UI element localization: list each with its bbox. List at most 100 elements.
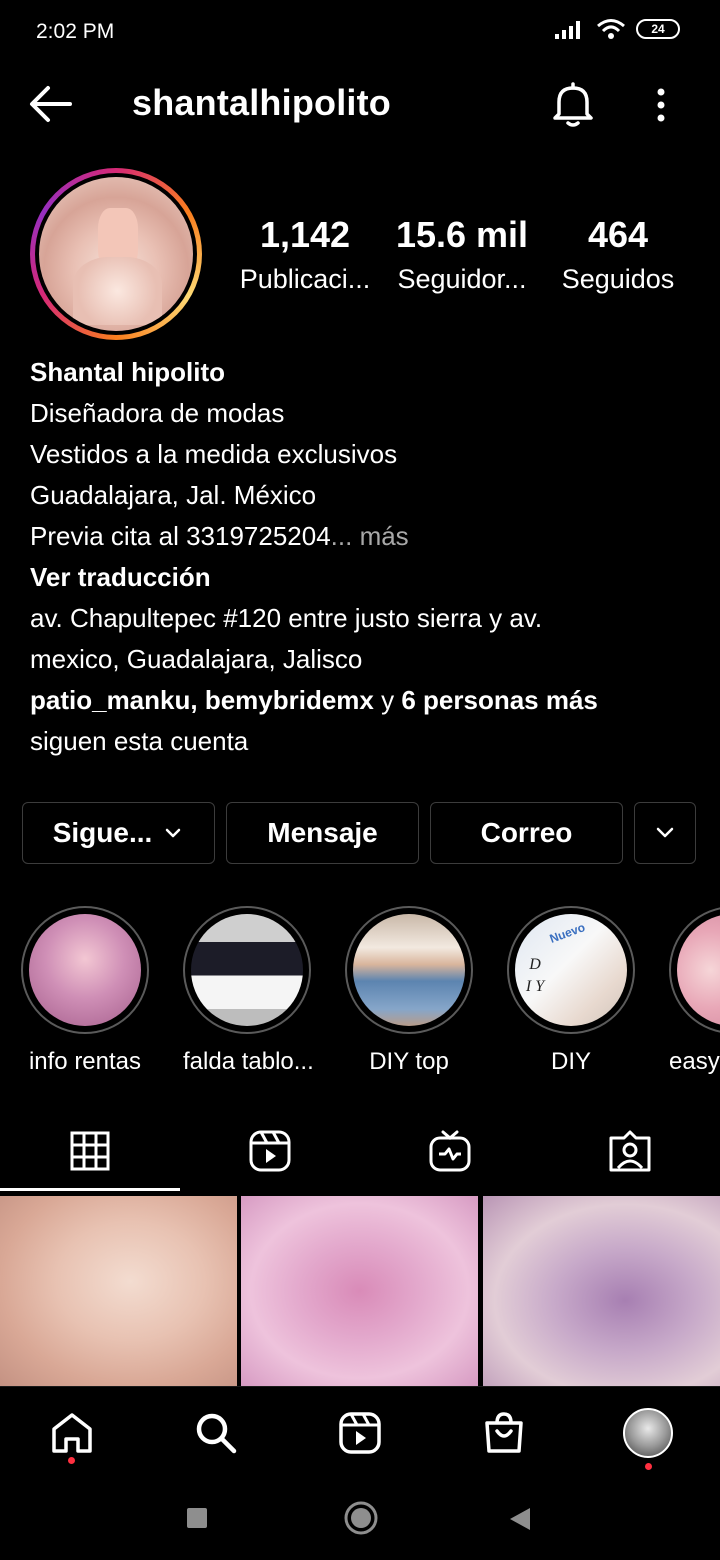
email-button-label: Correo xyxy=(480,817,573,848)
highlight-label: DIY top xyxy=(369,1048,449,1075)
reels-icon xyxy=(339,1412,381,1454)
bio-line-truncated: Previa cita al 3319725204... más xyxy=(30,516,700,557)
avatar-frame xyxy=(35,173,197,335)
profile-avatar xyxy=(623,1408,673,1458)
following-count: 464 xyxy=(587,214,649,255)
stat-followers[interactable]: 15.6 mil Seguidor... xyxy=(384,214,540,295)
nav-shop[interactable] xyxy=(474,1403,534,1463)
profile-header: shantalhipolito xyxy=(0,64,720,144)
followed-by-users: patio_manku, bemybridemx xyxy=(30,685,374,715)
tagged-icon xyxy=(609,1130,651,1172)
highlight-diy-top[interactable]: DIY top xyxy=(345,906,473,1076)
highlight-cover xyxy=(677,914,720,1026)
status-time: 2:02 PM xyxy=(36,20,115,43)
highlight-ring xyxy=(669,906,720,1034)
following-button[interactable]: Sigue... xyxy=(22,802,215,864)
translate-link[interactable]: Ver traducción xyxy=(30,557,700,598)
highlight-ring xyxy=(183,906,311,1034)
bio-address-line[interactable]: mexico, Guadalajara, Jalisco xyxy=(30,639,700,680)
chevron-down-icon xyxy=(166,828,181,838)
shop-icon xyxy=(485,1412,523,1453)
battery-level: 24 xyxy=(651,22,665,36)
email-button[interactable]: Correo xyxy=(430,802,623,864)
highlight-label: info rentas xyxy=(28,1048,142,1075)
battery-icon: 24 xyxy=(636,19,680,39)
bio-line: Vestidos a la medida exclusivos xyxy=(30,439,398,469)
bottom-nav xyxy=(0,1386,720,1480)
highlight-label: easy xyxy=(669,1048,720,1075)
notification-dot xyxy=(645,1463,652,1470)
grid-icon xyxy=(70,1131,110,1171)
home-circle-icon[interactable] xyxy=(343,1500,379,1536)
message-button-label: Mensaje xyxy=(267,817,378,848)
profile-bio: Shantal hipolito Diseñadora de modas Ves… xyxy=(30,352,700,762)
message-button[interactable]: Mensaje xyxy=(226,802,419,864)
followed-by-and: y xyxy=(373,685,402,715)
bio-more-link[interactable]: ... más xyxy=(331,521,409,551)
recents-icon[interactable] xyxy=(186,1507,208,1529)
back-arrow-icon xyxy=(30,86,72,122)
profile-tabs xyxy=(0,1110,720,1192)
bio-line: Guadalajara, Jal. México xyxy=(30,480,317,510)
chevron-down-icon xyxy=(656,827,674,838)
home-icon xyxy=(52,1413,92,1453)
signal-icon xyxy=(555,21,580,39)
search-icon xyxy=(196,1413,237,1454)
posts-count: 1,142 xyxy=(259,214,351,255)
posts-label: Publicaci... xyxy=(239,264,371,294)
grid-post[interactable] xyxy=(483,1196,720,1386)
highlight-cover xyxy=(191,914,303,1026)
system-nav-bar xyxy=(0,1480,720,1560)
highlight-easy[interactable]: easy xyxy=(669,906,720,1076)
bio-line: Diseñadora de modas xyxy=(30,398,285,428)
status-bar: 2:02 PM 24 xyxy=(0,0,720,64)
nav-profile[interactable] xyxy=(618,1403,678,1463)
nav-home[interactable] xyxy=(42,1403,102,1463)
suggested-accounts-button[interactable] xyxy=(634,802,696,864)
highlight-diy[interactable]: Nuevo D I Y DIY xyxy=(507,906,635,1076)
highlight-ring xyxy=(345,906,473,1034)
stat-posts[interactable]: 1,142 Publicaci... xyxy=(226,214,384,295)
tab-igtv[interactable] xyxy=(360,1110,540,1192)
following-button-label: Sigue... xyxy=(52,817,153,848)
tab-tagged[interactable] xyxy=(540,1110,720,1192)
highlight-label: DIY xyxy=(550,1048,591,1075)
followers-count: 15.6 mil xyxy=(395,214,529,255)
profile-avatar-story-ring[interactable] xyxy=(30,168,202,340)
highlight-ring xyxy=(21,906,149,1034)
followed-by[interactable]: patio_manku, bemybridemx y 6 personas má… xyxy=(30,680,700,721)
posts-grid xyxy=(0,1196,720,1386)
nav-reels[interactable] xyxy=(330,1403,390,1463)
grid-post[interactable] xyxy=(0,1196,237,1386)
more-options-button[interactable] xyxy=(644,82,678,128)
followed-by-others: 6 personas más xyxy=(401,685,598,715)
nav-search[interactable] xyxy=(186,1403,246,1463)
stat-following[interactable]: 464 Seguidos xyxy=(548,214,688,295)
tab-reels[interactable] xyxy=(180,1110,360,1192)
highlight-cover xyxy=(353,914,465,1026)
highlight-label: falda tablo... xyxy=(183,1048,314,1075)
following-label: Seguidos xyxy=(561,264,675,294)
highlight-info-rentas[interactable]: info rentas xyxy=(21,906,149,1076)
notifications-button[interactable] xyxy=(550,80,596,128)
notification-dot xyxy=(68,1457,75,1464)
wifi-icon xyxy=(597,19,625,39)
bio-phone-line: Previa cita al 3319725204 xyxy=(30,521,331,551)
more-vertical-icon xyxy=(657,88,665,122)
back-triangle-icon[interactable] xyxy=(508,1506,532,1532)
profile-display-name: Shantal hipolito xyxy=(30,357,225,387)
active-tab-indicator xyxy=(0,1188,180,1191)
bio-address-line[interactable]: av. Chapultepec #120 entre justo sierra … xyxy=(30,598,700,639)
highlight-cover: Nuevo D I Y xyxy=(515,914,627,1026)
profile-avatar xyxy=(39,177,193,331)
followers-label: Seguidor... xyxy=(397,264,527,294)
highlight-cover-text: D I Y xyxy=(525,956,545,995)
tab-posts-grid[interactable] xyxy=(0,1110,180,1192)
highlight-cover-text: Nuevo xyxy=(547,920,587,946)
highlight-cover xyxy=(29,914,141,1026)
highlight-falda[interactable]: falda tablo... xyxy=(183,906,314,1076)
bell-icon xyxy=(553,82,593,127)
grid-post[interactable] xyxy=(241,1196,478,1386)
status-icons: 24 xyxy=(554,18,680,40)
back-button[interactable] xyxy=(26,82,76,126)
